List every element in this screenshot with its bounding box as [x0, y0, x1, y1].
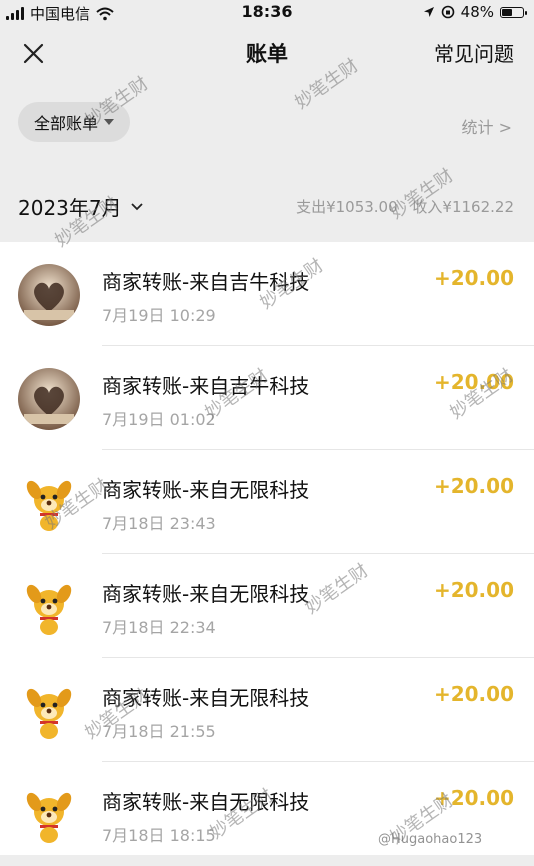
- bill-filter-label: 全部账单: [34, 114, 99, 133]
- transaction-amount: +20.00: [433, 682, 514, 706]
- caret-down-icon: [104, 119, 115, 125]
- transaction-amount: +20.00: [433, 370, 514, 394]
- transaction-title: 商家转账-来自吉牛科技: [102, 374, 310, 398]
- credit-watermark: @Hugaohao123: [378, 832, 483, 847]
- month-label: 2023年7月: [18, 196, 122, 220]
- orientation-lock-icon: [441, 5, 454, 19]
- transaction-title: 商家转账-来自吉牛科技: [102, 270, 310, 294]
- transaction-time: 7月18日 22:34: [102, 618, 216, 637]
- income-total: 收入¥1162.22: [412, 198, 514, 216]
- stats-link[interactable]: 统计 >: [462, 114, 513, 138]
- transaction-title: 商家转账-来自无限科技: [102, 686, 310, 710]
- transaction-amount: +20.00: [433, 786, 514, 810]
- month-selector[interactable]: 2023年7月: [18, 192, 144, 221]
- transaction-amount: +20.00: [433, 266, 514, 290]
- transaction-title: 商家转账-来自无限科技: [102, 790, 310, 814]
- transaction-row[interactable]: 商家转账-来自无限科技 7月18日 18:15 +20.00: [0, 762, 534, 866]
- bill-filter-button[interactable]: 全部账单: [18, 102, 131, 142]
- transaction-list: 商家转账-来自吉牛科技 7月19日 10:29 +20.00 商家转账-来自吉牛…: [0, 242, 534, 855]
- transaction-time: 7月19日 01:02: [102, 410, 216, 429]
- month-summary: 支出¥1053.00 收入¥1162.22: [286, 196, 514, 217]
- transaction-time: 7月18日 18:15: [102, 826, 216, 845]
- dog-avatar: [18, 784, 80, 846]
- book-heart-avatar: [18, 264, 80, 326]
- transaction-row[interactable]: 商家转账-来自无限科技 7月18日 22:34 +20.00: [0, 554, 534, 658]
- chevron-down-icon: [130, 202, 143, 210]
- transaction-time: 7月19日 10:29: [102, 306, 216, 325]
- transaction-row[interactable]: 商家转账-来自无限科技 7月18日 21:55 +20.00: [0, 658, 534, 762]
- transaction-amount: +20.00: [433, 578, 514, 602]
- dog-avatar: [18, 472, 80, 534]
- book-heart-avatar: [18, 368, 80, 430]
- transaction-row[interactable]: 商家转账-来自吉牛科技 7月19日 10:29 +20.00: [0, 242, 534, 346]
- transaction-row[interactable]: 商家转账-来自无限科技 7月18日 23:43 +20.00: [0, 450, 534, 554]
- transaction-title: 商家转账-来自无限科技: [102, 582, 310, 606]
- month-row: 2023年7月 支出¥1053.00 收入¥1162.22: [0, 188, 534, 228]
- location-arrow-icon: [423, 7, 434, 17]
- transaction-amount: +20.00: [433, 474, 514, 498]
- transaction-title: 商家转账-来自无限科技: [102, 478, 310, 502]
- status-bar: 中国电信 18:36 48%: [0, 0, 534, 24]
- status-right: 48%: [423, 3, 527, 21]
- dog-avatar: [18, 680, 80, 742]
- expense-total: 支出¥1053.00: [296, 198, 398, 216]
- transaction-time: 7月18日 23:43: [102, 514, 216, 533]
- faq-link[interactable]: 常见问题: [434, 38, 514, 67]
- nav-bar: 账单 常见问题: [0, 24, 534, 80]
- transaction-time: 7月18日 21:55: [102, 722, 216, 741]
- dog-avatar: [18, 576, 80, 638]
- battery-fill: [502, 8, 512, 16]
- filter-row: 全部账单 统计 >: [0, 96, 534, 150]
- battery-icon: [500, 6, 527, 18]
- transaction-row[interactable]: 商家转账-来自吉牛科技 7月19日 01:02 +20.00: [0, 346, 534, 450]
- battery-percent: 48%: [460, 3, 494, 21]
